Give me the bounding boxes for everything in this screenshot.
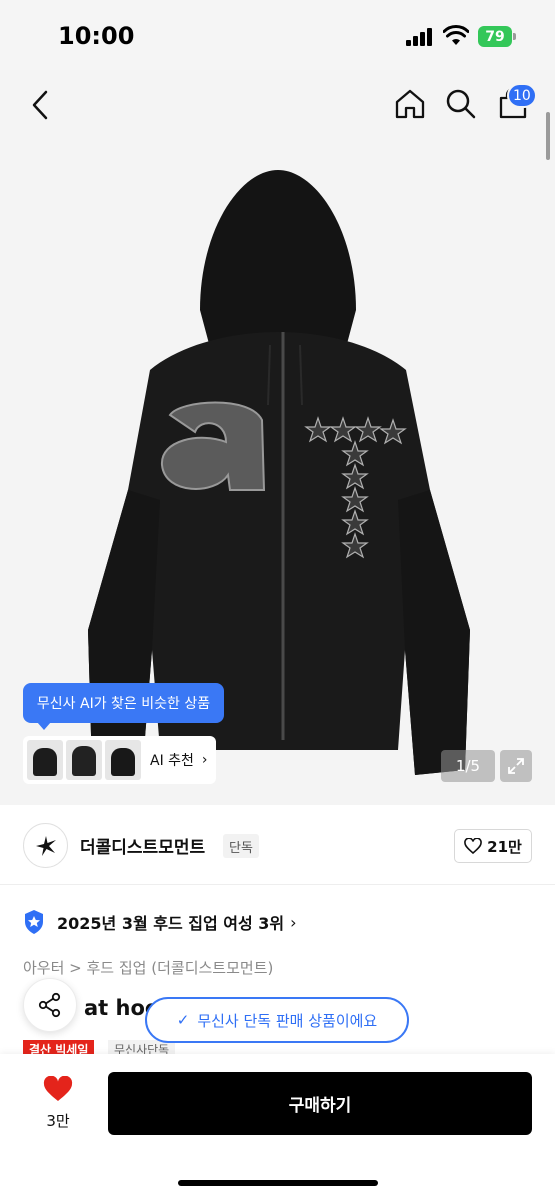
scrollbar[interactable] [546,112,550,160]
brand-logo-icon [35,835,56,856]
battery-cap [513,33,516,40]
status-time: 10:00 [58,22,135,50]
brand-name[interactable]: 더콜디스트모먼트 [80,833,205,858]
rank-badge-icon [25,910,43,934]
ai-thumb-3[interactable] [105,740,141,780]
signal-icon [406,28,432,46]
image-counter-text: 1/5 [455,757,481,775]
share-icon [38,992,61,1018]
share-button[interactable] [23,978,77,1032]
ranking-text: 2025년 3월 후드 집업 여성 3위 [57,914,285,933]
search-icon[interactable] [443,86,479,122]
divider [0,884,555,885]
brand-exclusive-tag: 단독 [223,834,259,858]
expand-icon [508,758,524,774]
ai-tooltip-text: 무신사 AI가 찾은 비슷한 상품 [36,696,211,712]
cart-count-badge: 10 [507,83,537,108]
heart-icon [43,1075,73,1101]
brand-like-count: 21만 [487,837,522,856]
buy-button[interactable]: 구매하기 [108,1072,532,1135]
heart-outline-icon [464,838,482,854]
ai-recommend-strip[interactable]: AI 추천 › [23,736,216,784]
status-bar: 10:00 79 [0,0,555,70]
image-counter: 1/5 [441,750,495,782]
brand-logo[interactable] [23,823,68,868]
wishlist-count: 3만 [46,1112,70,1130]
chevron-right-icon: › [290,912,297,932]
cart-count: 10 [513,87,531,104]
home-icon[interactable] [392,86,428,122]
back-icon[interactable] [26,88,56,122]
brand-like-button[interactable]: 21만 [454,829,532,863]
wishlist-button[interactable]: 3만 [32,1075,84,1131]
ai-similar-tooltip[interactable]: 무신사 AI가 찾은 비슷한 상품 [23,683,224,730]
check-icon: ✓ [176,1011,190,1029]
ai-thumb-2[interactable] [66,740,102,780]
buy-button-label: 구매하기 [288,1096,352,1116]
battery-level: 79 [485,28,505,45]
exclusive-notice: ✓ 무신사 단독 판매 상품이에요 [145,997,409,1043]
ai-recommend-label[interactable]: AI 추천 [150,750,194,770]
ai-thumb-1[interactable] [27,740,63,780]
home-indicator [178,1180,378,1186]
product-image[interactable]: 무신사 AI가 찾은 비슷한 상품 AI 추천 › 1/5 [0,70,555,805]
wifi-icon [443,25,469,45]
breadcrumb[interactable]: 아우터 > 후드 집업 (더콜디스트모먼트) [23,957,273,978]
ranking-link[interactable]: 2025년 3월 후드 집업 여성 3위 › [23,909,297,935]
battery-indicator: 79 [478,26,512,47]
chevron-right-icon: › [201,752,208,768]
exclusive-notice-text: 무신사 단독 판매 상품이에요 [197,1011,378,1030]
expand-button[interactable] [500,750,532,782]
